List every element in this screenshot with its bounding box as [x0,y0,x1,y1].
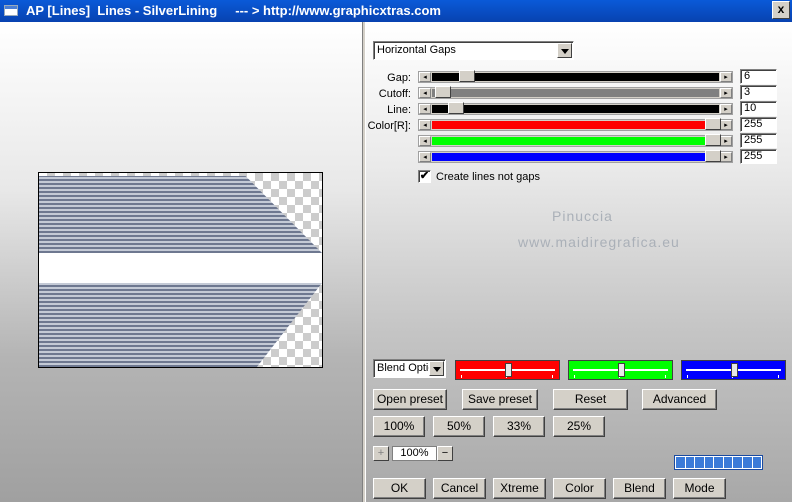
preview-gap [39,253,322,283]
param-value-field[interactable]: 255 [740,149,777,164]
blend-dropdown-value: Blend Optio [377,362,429,374]
param-label: Line: [387,104,411,116]
picker-tick [552,375,553,378]
arrow-right-icon[interactable]: ▸ [720,104,732,114]
xtreme-button[interactable]: Xtreme [493,478,546,499]
arrow-left-icon[interactable]: ◂ [419,72,431,82]
watermark-url: www.maidiregrafica.eu [518,234,680,250]
arrow-right-icon[interactable]: ▸ [720,136,732,146]
param-value-field[interactable]: 6 [740,69,777,84]
advanced-button[interactable]: Advanced [642,389,717,410]
arrow-left-icon[interactable]: ◂ [419,152,431,162]
slider-thumb[interactable] [705,134,721,146]
watermark-name: Pinuccia [552,208,613,224]
color-picker[interactable] [681,360,786,380]
close-button[interactable]: x [772,1,790,19]
param-slider[interactable]: ◂ ▸ [418,150,733,163]
picker-tick [461,375,462,378]
param-value-field[interactable]: 255 [740,117,777,132]
method-dropdown-value: Horizontal Gaps [377,44,456,56]
arrow-left-icon[interactable]: ◂ [419,136,431,146]
zoom-in-button[interactable]: + [373,446,389,461]
progress-cell [676,457,685,468]
param-value-field[interactable]: 3 [740,85,777,100]
arrow-right-icon[interactable]: ▸ [720,72,732,82]
progress-cell [685,457,695,468]
method-dropdown[interactable]: Horizontal Gaps [373,41,574,60]
ok-button[interactable]: OK [373,478,426,499]
zoom-33-button[interactable]: 33% [493,416,545,437]
zoom-25-button[interactable]: 25% [553,416,605,437]
slider-track[interactable] [432,105,719,113]
picker-tick [778,375,779,378]
param-slider[interactable]: ◂ ▸ [418,102,733,115]
param-slider[interactable]: ◂ ▸ [418,134,733,147]
arrow-left-icon[interactable]: ◂ [419,88,431,98]
picker-knob[interactable] [505,363,513,377]
slider-track[interactable] [432,121,719,129]
param-label: Cutoff: [378,88,411,100]
progress-cell [704,457,714,468]
blend-options-dropdown[interactable]: Blend Optio [373,359,446,378]
progress-cell [742,457,752,468]
progress-cell [723,457,733,468]
window-icon[interactable] [4,5,18,16]
picker-tick [665,375,666,378]
chevron-down-icon[interactable] [429,361,444,376]
slider-track[interactable] [432,89,719,97]
zoom-100-button[interactable]: 100% [373,416,425,437]
param-value-field[interactable]: 255 [740,133,777,148]
arrow-left-icon[interactable]: ◂ [419,120,431,130]
param-slider[interactable]: ◂ ▸ [418,70,733,83]
slider-track[interactable] [432,73,719,81]
window-title: AP [Lines] Lines - SilverLining --- > ht… [26,3,441,18]
slider-thumb[interactable] [459,70,475,82]
slider-thumb[interactable] [435,86,451,98]
reset-button[interactable]: Reset [553,389,628,410]
slider-track[interactable] [432,137,719,145]
arrow-right-icon[interactable]: ▸ [720,120,732,130]
arrow-right-icon[interactable]: ▸ [720,152,732,162]
zoom-value: 100% [392,446,437,461]
progress-indicator [674,455,763,470]
arrow-left-icon[interactable]: ◂ [419,104,431,114]
color-picker[interactable] [455,360,560,380]
param-slider[interactable]: ◂ ▸ [418,86,733,99]
open-preset-button[interactable]: Open preset [373,389,447,410]
zoom-50-button[interactable]: 50% [433,416,485,437]
slider-track[interactable] [432,153,719,161]
slider-thumb[interactable] [705,150,721,162]
cancel-button[interactable]: Cancel [433,478,486,499]
picker-tick [574,375,575,378]
mode-button[interactable]: Mode [673,478,726,499]
create-lines-checkbox[interactable]: ✔ [418,170,431,183]
arrow-right-icon[interactable]: ▸ [720,88,732,98]
progress-cell [752,457,762,468]
preview-top-stripes [39,176,322,253]
zoom-out-button[interactable]: − [437,446,453,461]
slider-thumb[interactable] [705,118,721,130]
save-preset-button[interactable]: Save preset [462,389,538,410]
picker-tick [687,375,688,378]
picker-knob[interactable] [731,363,739,377]
color-picker[interactable] [568,360,673,380]
preview-bottom-stripes [39,283,322,367]
progress-cell [695,457,704,468]
preview-canvas[interactable] [38,172,323,368]
param-label: Gap: [387,72,411,84]
title-bar: AP [Lines] Lines - SilverLining --- > ht… [0,0,792,22]
picker-knob[interactable] [618,363,626,377]
param-slider[interactable]: ◂ ▸ [418,118,733,131]
chevron-down-icon[interactable] [557,43,572,58]
blend-button[interactable]: Blend [613,478,666,499]
slider-thumb[interactable] [448,102,464,114]
param-label: Color[R]: [367,120,411,132]
param-value-field[interactable]: 10 [740,101,777,116]
progress-cell [714,457,723,468]
progress-cell [733,457,742,468]
color-button[interactable]: Color [553,478,606,499]
create-lines-label: Create lines not gaps [436,171,540,183]
